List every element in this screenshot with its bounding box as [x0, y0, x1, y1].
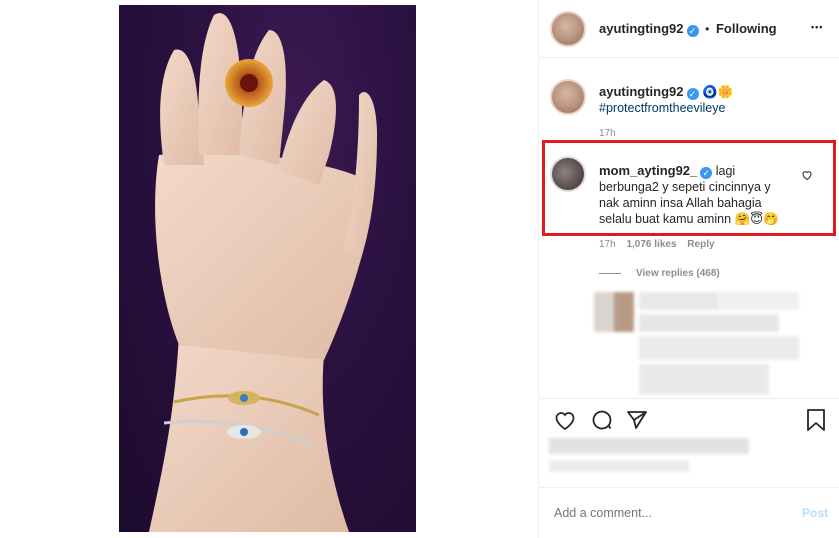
author-avatar[interactable]	[550, 11, 586, 47]
separator-dot: •	[705, 22, 710, 36]
caption: ayutingting92 ✓ 🧿🌼 #protectfromtheevileye	[599, 84, 829, 116]
comment-time: 17h	[599, 239, 616, 250]
post-comment-button[interactable]: Post	[802, 506, 828, 520]
post-side-panel: ayutingting92 ✓ • Following ••• ayutingti…	[538, 0, 839, 538]
divider	[539, 398, 839, 399]
post-header: ayutingting92 ✓ • Following •••	[539, 0, 839, 58]
verified-badge-icon: ✓	[686, 88, 699, 100]
view-replies-button[interactable]: View replies (468)	[636, 268, 720, 279]
caption-emojis: 🧿🌼	[702, 85, 734, 99]
add-comment-input[interactable]	[554, 503, 774, 523]
share-paper-plane-icon[interactable]	[625, 408, 649, 432]
post-media-area	[0, 0, 538, 538]
caption-username[interactable]: ayutingting92	[599, 84, 684, 99]
hand-with-ring-and-bracelets-image	[149, 13, 377, 532]
header-user-row: ayutingting92 ✓ • Following	[599, 21, 777, 37]
save-bookmark-icon[interactable]	[805, 408, 827, 432]
comment-likes[interactable]: 1,076 likes	[626, 239, 676, 250]
highlight-box	[542, 140, 836, 236]
caption-hashtag[interactable]: #protectfromtheevileye	[599, 100, 829, 116]
comment-meta-row: 17h 1,076 likes Reply	[599, 239, 715, 250]
verified-badge-icon: ✓	[686, 25, 699, 37]
following-button[interactable]: Following	[716, 21, 777, 36]
replies-line	[599, 273, 621, 274]
post-photo[interactable]	[119, 5, 416, 532]
author-username[interactable]: ayutingting92	[599, 21, 684, 36]
reply-button[interactable]: Reply	[687, 239, 714, 250]
more-options-icon[interactable]: •••	[811, 22, 823, 32]
comment-bubble-icon[interactable]	[590, 408, 614, 432]
caption-time: 17h	[599, 128, 616, 139]
divider	[539, 487, 839, 488]
caption-author-avatar[interactable]	[550, 79, 586, 115]
like-heart-icon[interactable]	[553, 408, 577, 432]
